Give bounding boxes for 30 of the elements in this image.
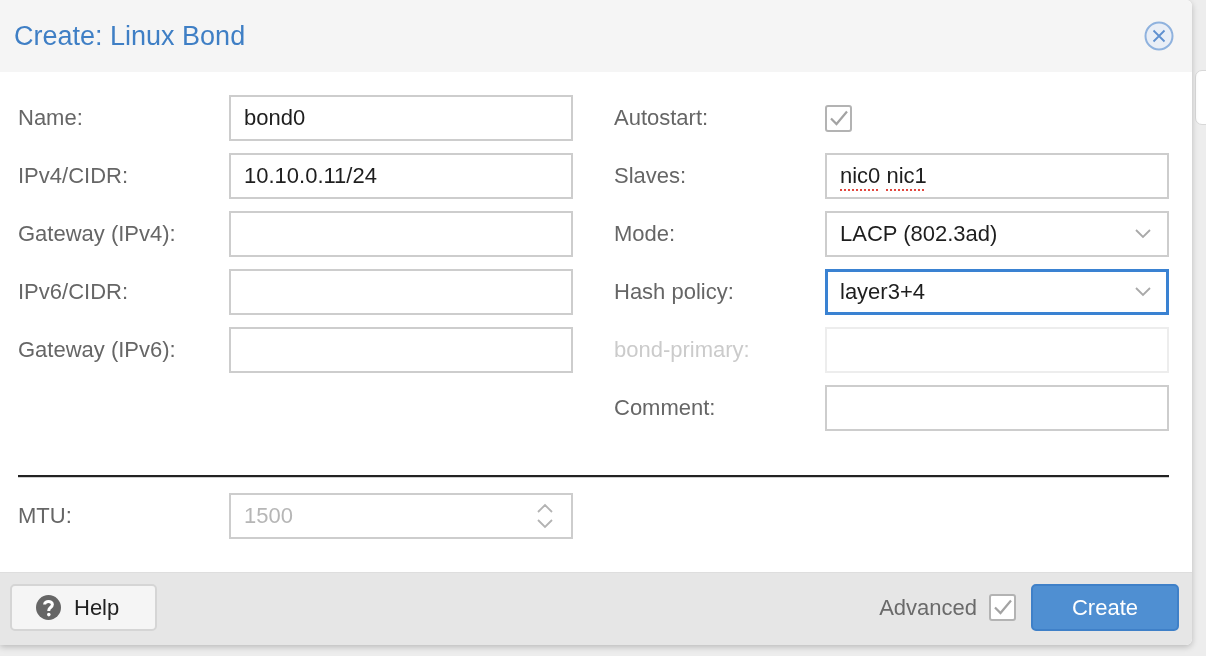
- chevron-down-icon: [1135, 229, 1151, 239]
- help-button[interactable]: Help: [10, 584, 157, 631]
- field-label: IPv6/CIDR:: [18, 279, 130, 305]
- input-field[interactable]: bond0: [229, 95, 573, 141]
- field-label: MTU:: [18, 503, 73, 529]
- checkbox[interactable]: [989, 594, 1016, 621]
- field-label: Name:: [18, 105, 84, 131]
- checkbox[interactable]: [825, 104, 852, 132]
- chevron-down-icon: [1135, 287, 1151, 297]
- select-field[interactable]: LACP (802.3ad): [825, 211, 1169, 257]
- input-field[interactable]: [229, 211, 573, 257]
- field-label: IPv4/CIDR:: [18, 163, 130, 189]
- field-label: Hash policy:: [614, 279, 735, 305]
- input-field[interactable]: 10.10.0.11/24: [229, 153, 573, 199]
- input-field[interactable]: nic0 nic1: [825, 153, 1169, 199]
- field-label: Autostart:: [614, 105, 710, 131]
- field-label: Comment:: [614, 395, 717, 421]
- input-field[interactable]: [229, 327, 573, 373]
- dialog-title: Create: Linux Bond: [14, 20, 246, 52]
- field-label: Gateway (IPv4):: [18, 221, 177, 247]
- input-field[interactable]: [229, 269, 573, 315]
- advanced-label: Advanced: [879, 594, 977, 621]
- field-label: Mode:: [614, 221, 677, 247]
- select-field[interactable]: layer3+4: [825, 269, 1169, 315]
- input-field[interactable]: [825, 385, 1169, 431]
- close-icon[interactable]: [1144, 21, 1174, 51]
- spinner-icon: [537, 503, 553, 529]
- field-label: Slaves:: [614, 163, 688, 189]
- help-icon: [36, 595, 61, 620]
- field-label: Gateway (IPv6):: [18, 337, 177, 363]
